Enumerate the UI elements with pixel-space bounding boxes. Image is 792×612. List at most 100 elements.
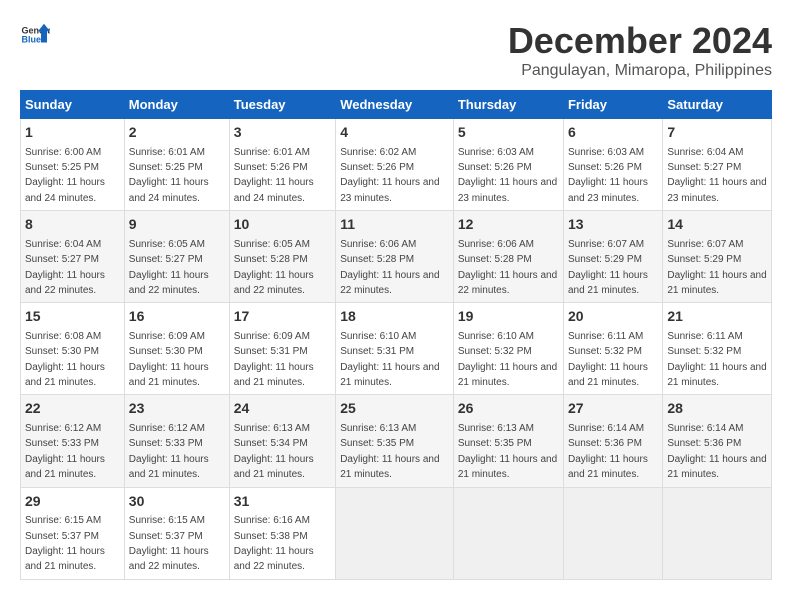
calendar-cell: 13 Sunrise: 6:07 AMSunset: 5:29 PMDaylig… <box>563 211 662 303</box>
day-info: Sunrise: 6:14 AMSunset: 5:36 PMDaylight:… <box>568 423 648 480</box>
day-number: 15 <box>25 307 120 327</box>
day-info: Sunrise: 6:12 AMSunset: 5:33 PMDaylight:… <box>129 423 209 480</box>
calendar-week-row: 22 Sunrise: 6:12 AMSunset: 5:33 PMDaylig… <box>21 395 772 487</box>
day-info: Sunrise: 6:05 AMSunset: 5:28 PMDaylight:… <box>234 239 314 296</box>
day-info: Sunrise: 6:00 AMSunset: 5:25 PMDaylight:… <box>25 147 105 204</box>
day-info: Sunrise: 6:01 AMSunset: 5:26 PMDaylight:… <box>234 147 314 204</box>
day-number: 14 <box>667 215 767 235</box>
day-number: 20 <box>568 307 658 327</box>
day-info: Sunrise: 6:07 AMSunset: 5:29 PMDaylight:… <box>667 239 766 296</box>
day-info: Sunrise: 6:13 AMSunset: 5:35 PMDaylight:… <box>458 423 557 480</box>
day-info: Sunrise: 6:13 AMSunset: 5:35 PMDaylight:… <box>340 423 439 480</box>
day-info: Sunrise: 6:04 AMSunset: 5:27 PMDaylight:… <box>667 147 766 204</box>
header-sunday: Sunday <box>21 91 125 119</box>
day-number: 31 <box>234 492 331 512</box>
calendar-cell: 6 Sunrise: 6:03 AMSunset: 5:26 PMDayligh… <box>563 119 662 211</box>
header-saturday: Saturday <box>663 91 772 119</box>
calendar-cell: 25 Sunrise: 6:13 AMSunset: 5:35 PMDaylig… <box>336 395 454 487</box>
day-info: Sunrise: 6:11 AMSunset: 5:32 PMDaylight:… <box>568 331 648 388</box>
header-tuesday: Tuesday <box>229 91 335 119</box>
day-info: Sunrise: 6:09 AMSunset: 5:31 PMDaylight:… <box>234 331 314 388</box>
day-info: Sunrise: 6:01 AMSunset: 5:25 PMDaylight:… <box>129 147 209 204</box>
day-info: Sunrise: 6:12 AMSunset: 5:33 PMDaylight:… <box>25 423 105 480</box>
day-info: Sunrise: 6:10 AMSunset: 5:32 PMDaylight:… <box>458 331 557 388</box>
calendar-cell: 29 Sunrise: 6:15 AMSunset: 5:37 PMDaylig… <box>21 487 125 579</box>
title-area: December 2024 Pangulayan, Mimaropa, Phil… <box>508 20 772 80</box>
day-number: 30 <box>129 492 225 512</box>
day-number: 5 <box>458 123 559 143</box>
calendar-cell: 20 Sunrise: 6:11 AMSunset: 5:32 PMDaylig… <box>563 303 662 395</box>
day-number: 25 <box>340 399 449 419</box>
svg-text:Blue: Blue <box>22 35 42 45</box>
calendar-cell <box>663 487 772 579</box>
day-number: 24 <box>234 399 331 419</box>
calendar-cell: 7 Sunrise: 6:04 AMSunset: 5:27 PMDayligh… <box>663 119 772 211</box>
day-number: 16 <box>129 307 225 327</box>
calendar-cell: 4 Sunrise: 6:02 AMSunset: 5:26 PMDayligh… <box>336 119 454 211</box>
day-number: 6 <box>568 123 658 143</box>
calendar-cell: 15 Sunrise: 6:08 AMSunset: 5:30 PMDaylig… <box>21 303 125 395</box>
calendar-cell: 27 Sunrise: 6:14 AMSunset: 5:36 PMDaylig… <box>563 395 662 487</box>
day-info: Sunrise: 6:06 AMSunset: 5:28 PMDaylight:… <box>340 239 439 296</box>
calendar-cell: 1 Sunrise: 6:00 AMSunset: 5:25 PMDayligh… <box>21 119 125 211</box>
day-number: 4 <box>340 123 449 143</box>
day-number: 1 <box>25 123 120 143</box>
day-info: Sunrise: 6:07 AMSunset: 5:29 PMDaylight:… <box>568 239 648 296</box>
header-friday: Friday <box>563 91 662 119</box>
calendar-cell: 11 Sunrise: 6:06 AMSunset: 5:28 PMDaylig… <box>336 211 454 303</box>
calendar-cell: 2 Sunrise: 6:01 AMSunset: 5:25 PMDayligh… <box>124 119 229 211</box>
day-number: 13 <box>568 215 658 235</box>
logo-icon: General Blue <box>20 20 50 50</box>
header-thursday: Thursday <box>453 91 563 119</box>
day-number: 27 <box>568 399 658 419</box>
calendar-cell: 18 Sunrise: 6:10 AMSunset: 5:31 PMDaylig… <box>336 303 454 395</box>
day-number: 2 <box>129 123 225 143</box>
calendar-cell: 22 Sunrise: 6:12 AMSunset: 5:33 PMDaylig… <box>21 395 125 487</box>
day-info: Sunrise: 6:03 AMSunset: 5:26 PMDaylight:… <box>458 147 557 204</box>
main-title: December 2024 <box>508 20 772 62</box>
day-info: Sunrise: 6:06 AMSunset: 5:28 PMDaylight:… <box>458 239 557 296</box>
logo: General Blue <box>20 20 50 50</box>
calendar-cell: 8 Sunrise: 6:04 AMSunset: 5:27 PMDayligh… <box>21 211 125 303</box>
calendar-cell: 16 Sunrise: 6:09 AMSunset: 5:30 PMDaylig… <box>124 303 229 395</box>
day-info: Sunrise: 6:16 AMSunset: 5:38 PMDaylight:… <box>234 515 314 572</box>
day-number: 21 <box>667 307 767 327</box>
day-info: Sunrise: 6:11 AMSunset: 5:32 PMDaylight:… <box>667 331 766 388</box>
day-number: 9 <box>129 215 225 235</box>
day-number: 18 <box>340 307 449 327</box>
day-info: Sunrise: 6:03 AMSunset: 5:26 PMDaylight:… <box>568 147 648 204</box>
day-number: 22 <box>25 399 120 419</box>
day-info: Sunrise: 6:14 AMSunset: 5:36 PMDaylight:… <box>667 423 766 480</box>
calendar-header-row: SundayMondayTuesdayWednesdayThursdayFrid… <box>21 91 772 119</box>
day-info: Sunrise: 6:02 AMSunset: 5:26 PMDaylight:… <box>340 147 439 204</box>
calendar-cell <box>563 487 662 579</box>
calendar-cell: 28 Sunrise: 6:14 AMSunset: 5:36 PMDaylig… <box>663 395 772 487</box>
day-info: Sunrise: 6:15 AMSunset: 5:37 PMDaylight:… <box>25 515 105 572</box>
calendar-week-row: 1 Sunrise: 6:00 AMSunset: 5:25 PMDayligh… <box>21 119 772 211</box>
calendar-cell: 14 Sunrise: 6:07 AMSunset: 5:29 PMDaylig… <box>663 211 772 303</box>
day-number: 12 <box>458 215 559 235</box>
calendar-cell <box>453 487 563 579</box>
day-number: 11 <box>340 215 449 235</box>
calendar-cell <box>336 487 454 579</box>
day-number: 19 <box>458 307 559 327</box>
day-number: 17 <box>234 307 331 327</box>
day-info: Sunrise: 6:15 AMSunset: 5:37 PMDaylight:… <box>129 515 209 572</box>
day-info: Sunrise: 6:10 AMSunset: 5:31 PMDaylight:… <box>340 331 439 388</box>
calendar-cell: 26 Sunrise: 6:13 AMSunset: 5:35 PMDaylig… <box>453 395 563 487</box>
calendar-cell: 5 Sunrise: 6:03 AMSunset: 5:26 PMDayligh… <box>453 119 563 211</box>
calendar-cell: 17 Sunrise: 6:09 AMSunset: 5:31 PMDaylig… <box>229 303 335 395</box>
day-info: Sunrise: 6:04 AMSunset: 5:27 PMDaylight:… <box>25 239 105 296</box>
day-number: 3 <box>234 123 331 143</box>
calendar-cell: 23 Sunrise: 6:12 AMSunset: 5:33 PMDaylig… <box>124 395 229 487</box>
calendar-week-row: 8 Sunrise: 6:04 AMSunset: 5:27 PMDayligh… <box>21 211 772 303</box>
header-monday: Monday <box>124 91 229 119</box>
calendar-cell: 9 Sunrise: 6:05 AMSunset: 5:27 PMDayligh… <box>124 211 229 303</box>
header: General Blue December 2024 Pangulayan, M… <box>20 20 772 80</box>
day-number: 23 <box>129 399 225 419</box>
calendar-cell: 19 Sunrise: 6:10 AMSunset: 5:32 PMDaylig… <box>453 303 563 395</box>
calendar-cell: 12 Sunrise: 6:06 AMSunset: 5:28 PMDaylig… <box>453 211 563 303</box>
day-number: 7 <box>667 123 767 143</box>
header-wednesday: Wednesday <box>336 91 454 119</box>
day-number: 29 <box>25 492 120 512</box>
